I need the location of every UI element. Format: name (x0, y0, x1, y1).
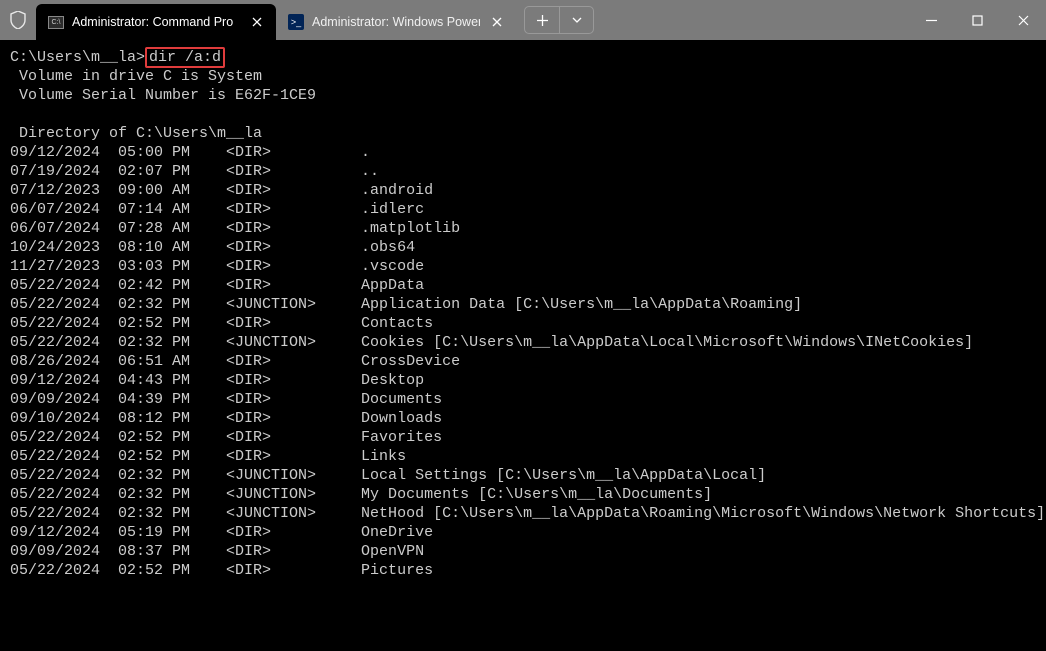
titlebar: C:\ Administrator: Command Pro >_ Admini… (0, 0, 1046, 40)
tab-cmd[interactable]: C:\ Administrator: Command Pro (36, 4, 276, 40)
close-icon[interactable] (248, 13, 266, 31)
terminal-output[interactable]: C:\Users\m__la>dir /a:d Volume in drive … (0, 40, 1046, 580)
close-icon[interactable] (488, 13, 506, 31)
dir-listing: 09/12/2024 05:00 PM <DIR> . 07/19/2024 0… (10, 143, 1036, 580)
prompt-path: C:\Users\m__la> (10, 49, 145, 66)
tab-label: Administrator: Windows Power (312, 15, 480, 29)
tab-label: Administrator: Command Pro (72, 15, 240, 29)
powershell-icon: >_ (288, 14, 304, 30)
cmd-icon: C:\ (48, 14, 64, 30)
tab-dropdown-button[interactable] (559, 7, 593, 33)
dir-header: Volume in drive C is System Volume Seria… (10, 67, 1036, 143)
tab-controls (524, 6, 594, 34)
window-controls (908, 0, 1046, 40)
maximize-button[interactable] (954, 0, 1000, 40)
new-tab-button[interactable] (525, 7, 559, 33)
close-button[interactable] (1000, 0, 1046, 40)
minimize-button[interactable] (908, 0, 954, 40)
prompt-line: C:\Users\m__la>dir /a:d (10, 48, 1036, 67)
shield-icon (0, 0, 36, 40)
tab-strip: C:\ Administrator: Command Pro >_ Admini… (36, 0, 516, 40)
command-highlight: dir /a:d (145, 47, 225, 68)
tab-powershell[interactable]: >_ Administrator: Windows Power (276, 4, 516, 40)
